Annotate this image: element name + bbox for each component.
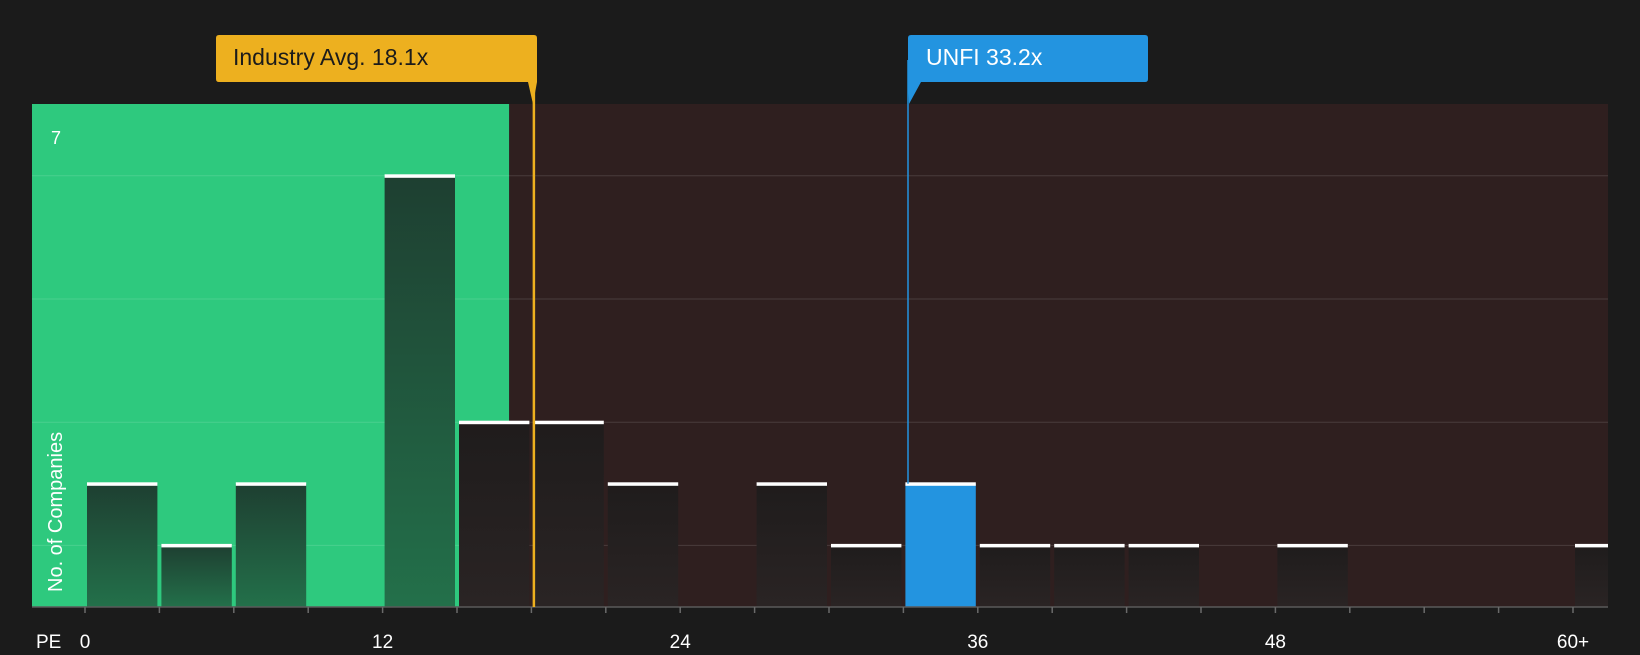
bar-cap bbox=[1054, 543, 1125, 548]
histogram-bar bbox=[384, 175, 455, 608]
x-axis-label: PE bbox=[36, 632, 61, 650]
histogram-bar bbox=[831, 545, 902, 607]
histogram-bar bbox=[1277, 545, 1348, 607]
histogram-bar bbox=[1054, 545, 1125, 607]
x-tick-label: 36 bbox=[967, 632, 988, 650]
bar-cap bbox=[161, 543, 232, 548]
x-tick-label: 48 bbox=[1265, 632, 1286, 650]
bar-cap bbox=[1128, 543, 1199, 548]
histogram-bar bbox=[235, 483, 307, 607]
histogram-bar bbox=[607, 483, 679, 607]
bar-cap bbox=[87, 482, 158, 486]
bar-cap bbox=[533, 420, 604, 425]
bar-cap bbox=[1277, 543, 1348, 548]
bar-cap bbox=[979, 543, 1051, 548]
histogram-bar bbox=[1575, 545, 1608, 607]
x-tick-label: 60+ bbox=[1557, 632, 1589, 650]
pe-distribution-chart: 0 12 24 36 48 60+ Industry Avg. 18.1x UNFI 33.… bbox=[0, 0, 1640, 653]
chart-svg: 0 12 24 36 48 60+ Industry Avg. 18.1x UNFI 33.… bbox=[32, 35, 1609, 653]
bar-cap bbox=[905, 482, 976, 486]
histogram-bar bbox=[533, 422, 604, 607]
bar-cap bbox=[831, 543, 902, 548]
y-tick-label: 7 bbox=[51, 128, 61, 148]
histogram-bar bbox=[979, 545, 1051, 607]
histogram-bar bbox=[756, 483, 827, 607]
bar-cap bbox=[1575, 543, 1608, 548]
bar-cap bbox=[756, 482, 827, 486]
company-pe-label: UNFI 33.2x bbox=[926, 44, 1043, 70]
bar-cap bbox=[235, 482, 307, 486]
bar-cap bbox=[384, 174, 455, 178]
x-tick-label: 24 bbox=[670, 632, 692, 650]
histogram-bar bbox=[161, 545, 232, 607]
y-axis-label: No. of Companies bbox=[45, 432, 67, 592]
histogram-bar bbox=[1128, 545, 1199, 607]
histogram-bar bbox=[459, 422, 530, 607]
bar-cap bbox=[607, 482, 679, 486]
bar-cap bbox=[459, 420, 530, 425]
x-tick-label: 12 bbox=[372, 632, 393, 650]
histogram-bar bbox=[87, 483, 158, 607]
x-tick-label: 0 bbox=[80, 632, 91, 650]
industry-avg-label: Industry Avg. 18.1x bbox=[233, 44, 429, 70]
highlighted-bar bbox=[905, 483, 976, 607]
